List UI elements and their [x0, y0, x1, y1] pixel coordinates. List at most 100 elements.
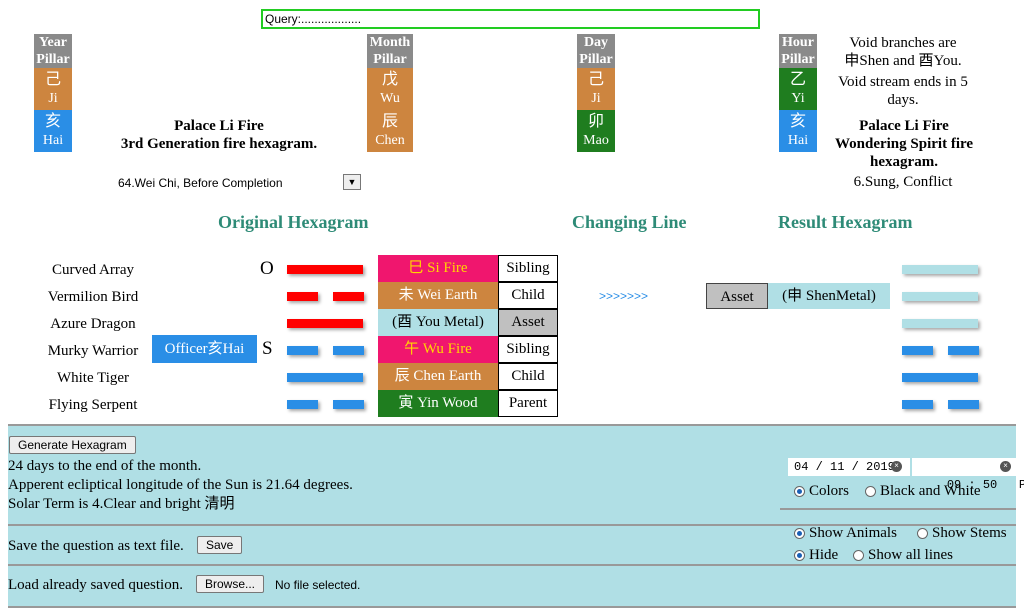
hexagram-select-value: 64.Wei Chi, Before Completion: [118, 176, 283, 190]
spirit-label: Vermilion Bird: [47, 289, 139, 305]
year-branch-cell: 亥 Hai: [34, 110, 72, 152]
line-relation: Sibling: [498, 255, 558, 282]
year-branch-name: Hai: [42, 133, 64, 148]
void-line: Void stream ends in 5: [838, 74, 968, 90]
date-value: 04 / 11 / 2019: [794, 460, 895, 474]
void-line: days.: [887, 92, 919, 108]
month-branch-glyph: 辰: [381, 113, 398, 130]
spirit-label: White Tiger: [56, 370, 130, 386]
load-label: Load already saved question.: [8, 577, 183, 593]
day-stem-glyph: 己: [587, 71, 604, 88]
radio-icon[interactable]: [865, 486, 876, 498]
hide-label: Hide: [809, 547, 839, 563]
yin-line-segment: [902, 400, 933, 409]
hour-branch-name: Hai: [787, 133, 809, 148]
line-row: 未 Wei Earth Child: [378, 282, 558, 309]
radio-icon[interactable]: [917, 528, 928, 540]
divider: [780, 508, 1016, 510]
void-line: 申Shen and 酉You.: [844, 53, 962, 69]
show-animals-label: Show Animals: [809, 525, 897, 541]
spirit-list: Curved Array Vermilion Bird Azure Dragon…: [38, 259, 148, 421]
radio-selected-icon[interactable]: [794, 486, 805, 498]
generate-hexagram-button[interactable]: Generate Hexagram: [9, 436, 136, 454]
yang-line: [902, 319, 978, 328]
yang-line: [287, 265, 363, 274]
month-stem-glyph: 戊: [381, 71, 398, 88]
show-all-lines-label: Show all lines: [868, 547, 953, 563]
result-hexagram-name: 6.Sung, Conflict: [853, 174, 953, 190]
line-relation: Asset: [498, 309, 558, 336]
changing-line-heading: Changing Line: [572, 212, 687, 232]
void-info: Void branches are 申Shen and 酉You. Void s…: [828, 34, 978, 109]
line-relation: Sibling: [498, 336, 558, 363]
line-branch-label: 辰 Chen Earth: [378, 363, 498, 390]
radio-selected-icon[interactable]: [794, 550, 805, 562]
changing-relation: Asset: [706, 283, 768, 309]
radio-selected-icon[interactable]: [794, 528, 805, 540]
colors-label: Colors: [809, 483, 850, 499]
spirit-label: Murky Warrior: [47, 343, 139, 359]
pillar-label: Pillar: [373, 52, 407, 67]
subject-marker: S: [262, 338, 273, 359]
palace-generation: 3rd Generation fire hexagram.: [120, 136, 318, 152]
year-stem-glyph: 己: [44, 71, 61, 88]
changing-arrow: >>>>>>>: [599, 289, 649, 303]
month-pillar: Month Pillar 戊 Wu 辰 Chen: [367, 34, 413, 152]
save-button[interactable]: Save: [197, 536, 243, 554]
palace-title: Palace Li Fire: [859, 118, 949, 134]
chevron-down-icon[interactable]: ▼: [343, 174, 361, 190]
radio-icon[interactable]: [853, 550, 864, 562]
hour-stem-glyph: 乙: [789, 71, 806, 88]
show-stems-radio[interactable]: Show Stems: [917, 524, 1007, 543]
line-branch-label: 寅 Yin Wood: [378, 390, 498, 417]
line-table: 巳 Si Fire Sibling 未 Wei Earth Child (酉 Y…: [378, 255, 558, 417]
time-input[interactable]: 09 : 50 PM ×: [912, 458, 1024, 492]
save-panel: Save the question as text file. Save Sho…: [8, 524, 1016, 566]
clear-date-icon[interactable]: ×: [891, 461, 902, 472]
year-pillar-header: Year Pillar: [34, 34, 72, 68]
hour-branch-glyph: 亥: [789, 113, 806, 130]
year-branch-glyph: 亥: [44, 113, 61, 130]
show-animals-radio[interactable]: Show Animals: [794, 524, 897, 543]
line-branch-label: 未 Wei Earth: [378, 282, 498, 309]
month-stem-name: Wu: [380, 91, 400, 106]
browse-button[interactable]: Browse...: [196, 575, 265, 593]
sun-longitude-info: Apperent ecliptical longitude of the Sun…: [8, 477, 353, 493]
yin-line-segment: [333, 346, 364, 355]
yang-line: [287, 319, 363, 328]
palace-info-left: Palace Li Fire 3rd Generation fire hexag…: [100, 117, 338, 153]
query-input[interactable]: Query:..................: [261, 9, 760, 29]
clear-time-icon[interactable]: ×: [1000, 461, 1011, 472]
line-branch-label: 午 Wu Fire: [378, 336, 498, 363]
colors-radio[interactable]: Colors: [794, 482, 849, 501]
yin-line-segment: [902, 346, 933, 355]
black-white-label: Black and White: [880, 483, 981, 499]
year-stem-cell: 己 Ji: [34, 68, 72, 110]
original-hexagram-heading: Original Hexagram: [218, 212, 369, 232]
solar-term-info: Solar Term is 4.Clear and bright 清明: [8, 496, 235, 512]
line-row: 巳 Si Fire Sibling: [378, 255, 558, 282]
show-all-lines-radio[interactable]: Show all lines: [853, 546, 953, 565]
hide-radio[interactable]: Hide: [794, 546, 838, 565]
spirit-label: Azure Dragon: [50, 316, 136, 332]
changing-line-value: (申 ShenMetal): [768, 283, 890, 309]
black-white-radio[interactable]: Black and White: [865, 482, 981, 501]
officer-badge: Officer亥Hai: [152, 335, 257, 363]
line-row: 午 Wu Fire Sibling: [378, 336, 558, 363]
original-marker: O: [260, 258, 274, 279]
file-status: No file selected.: [275, 578, 361, 592]
hexagram-select[interactable]: 64.Wei Chi, Before Completion ▼: [118, 173, 368, 193]
yang-line: [902, 292, 978, 301]
date-input[interactable]: 04 / 11 / 2019 ×: [788, 458, 910, 476]
hour-stem-cell: 乙 Yi: [779, 68, 817, 110]
day-pillar-label: Day: [583, 35, 609, 50]
yin-line-segment: [287, 292, 318, 301]
month-stem-cell: 戊 Wu: [367, 68, 413, 110]
year-pillar-label: Year: [39, 35, 67, 50]
original-hexagram-lines: [287, 264, 367, 424]
month-branch-cell: 辰 Chen: [367, 110, 413, 152]
show-stems-label: Show Stems: [932, 525, 1007, 541]
yang-line: [902, 265, 978, 274]
spirit-label: Flying Serpent: [48, 397, 138, 413]
palace-hexagram-type: hexagram.: [870, 154, 938, 170]
